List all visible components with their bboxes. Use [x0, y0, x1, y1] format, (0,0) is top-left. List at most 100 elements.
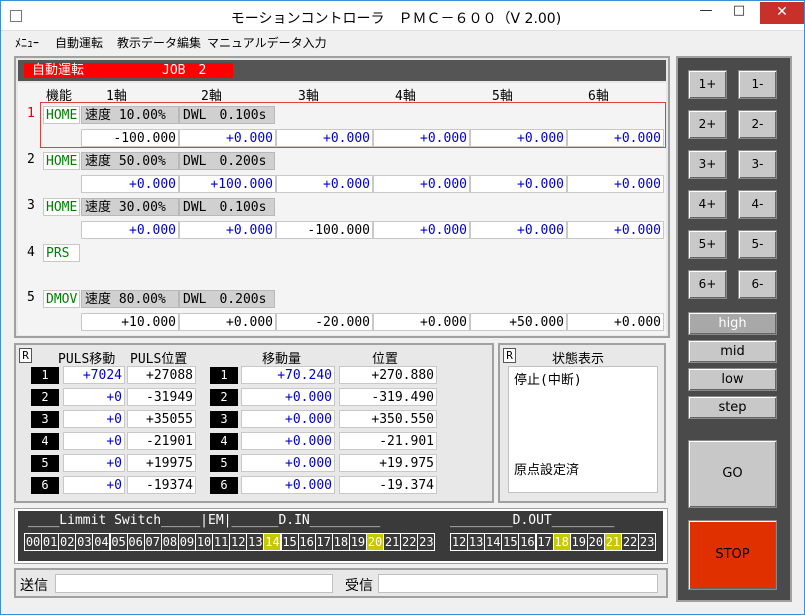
receive-field[interactable]: [378, 574, 658, 593]
row-axis4-value[interactable]: +0.000: [373, 129, 470, 147]
axis-number-badge: 1: [210, 367, 238, 384]
menu-auto-run[interactable]: 自動運転: [55, 34, 103, 51]
row-function[interactable]: HOME: [43, 106, 80, 124]
move-amount-value: +70.240: [241, 366, 335, 384]
puls-pos-value: -21901: [127, 432, 196, 450]
jog-button[interactable]: 1+: [688, 70, 727, 99]
jog-button[interactable]: 1-: [738, 70, 777, 99]
row-axis1-value[interactable]: +0.000: [81, 175, 179, 193]
axis-number-badge: 6: [31, 477, 59, 494]
row-axis4-value[interactable]: +0.000: [373, 221, 470, 239]
row-function[interactable]: PRS: [43, 244, 80, 262]
limit-switch-header: ____Limmit Switch_____|EM|______D.IN____…: [28, 513, 381, 528]
send-field[interactable]: [55, 574, 333, 593]
row-axis5-value[interactable]: +0.000: [470, 129, 567, 147]
limit-switch-bit: 09: [177, 533, 196, 551]
position-value: -19.374: [339, 476, 437, 494]
limit-switch-bit: 01: [41, 533, 60, 551]
row-axis2-value[interactable]: +0.000: [179, 221, 276, 239]
menu-teach-edit[interactable]: 教示データ編集: [117, 34, 201, 51]
row-axis2-value[interactable]: +0.000: [179, 313, 276, 331]
jog-button[interactable]: 4+: [688, 190, 727, 219]
receive-label: 受信: [345, 578, 373, 594]
row-speed[interactable]: 速度 30.00%: [81, 198, 179, 216]
row-axis6-value[interactable]: +0.000: [567, 129, 664, 147]
axis-number-badge: 3: [210, 411, 238, 428]
row-axis1-value[interactable]: -100.000: [81, 129, 179, 147]
jog-button[interactable]: 2+: [688, 110, 727, 139]
dout-bit: 15: [501, 533, 520, 551]
puls-move-value: +0: [63, 432, 125, 450]
row-axis4-value[interactable]: +0.000: [373, 175, 470, 193]
go-button[interactable]: GO: [688, 440, 777, 508]
position-reset-button[interactable]: R: [19, 348, 32, 363]
jog-button[interactable]: 5+: [688, 230, 727, 259]
row-axis3-value[interactable]: -20.000: [276, 313, 373, 331]
row-number: 1: [27, 106, 35, 121]
move-amount-value: +0.000: [241, 410, 335, 428]
row-axis4-value[interactable]: +0.000: [373, 313, 470, 331]
speed-low-button[interactable]: low: [688, 368, 777, 391]
minimize-button[interactable]: —: [691, 1, 721, 23]
row-dwell[interactable]: DWL 0.100s: [179, 106, 275, 124]
io-panel: ____Limmit Switch_____|EM|______D.IN____…: [18, 511, 663, 561]
position-value: -21.901: [339, 432, 437, 450]
row-axis5-value[interactable]: +50.000: [470, 313, 567, 331]
menu-main[interactable]: ﾒﾆｭｰ: [15, 34, 39, 51]
dout-bit: 16: [518, 533, 537, 551]
row-speed[interactable]: 速度 10.00%: [81, 106, 179, 124]
menu-bar: ﾒﾆｭｰ 自動運転 教示データ編集 マニュアルデータ入力: [2, 31, 804, 53]
jog-button[interactable]: 4-: [738, 190, 777, 219]
limit-switch-bit: 02: [58, 533, 77, 551]
row-axis3-value[interactable]: +0.000: [276, 129, 373, 147]
maximize-button[interactable]: □: [724, 1, 754, 23]
row-dwell[interactable]: DWL 0.100s: [179, 198, 275, 216]
row-axis5-value[interactable]: +0.000: [470, 221, 567, 239]
row-speed[interactable]: 速度 80.00%: [81, 290, 179, 308]
jog-button[interactable]: 2-: [738, 110, 777, 139]
puls-move-value: +0: [63, 476, 125, 494]
dout-bit: 17: [535, 533, 554, 551]
position-value: +350.550: [339, 410, 437, 428]
row-axis6-value[interactable]: +0.000: [567, 175, 664, 193]
row-axis2-value[interactable]: +0.000: [179, 129, 276, 147]
stop-button[interactable]: STOP: [688, 520, 777, 590]
row-axis6-value[interactable]: +0.000: [567, 221, 664, 239]
jog-button[interactable]: 5-: [738, 230, 777, 259]
dout-bit: 18: [552, 533, 571, 551]
row-axis1-value[interactable]: +0.000: [81, 221, 179, 239]
row-dwell[interactable]: DWL 0.200s: [179, 152, 275, 170]
row-axis3-value[interactable]: -100.000: [276, 221, 373, 239]
limit-switch-bit: 06: [126, 533, 145, 551]
jog-button[interactable]: 6+: [688, 270, 727, 299]
speed-high-button[interactable]: high: [688, 312, 777, 335]
row-axis5-value[interactable]: +0.000: [470, 175, 567, 193]
row-axis2-value[interactable]: +100.000: [179, 175, 276, 193]
speed-step-button[interactable]: step: [688, 396, 777, 419]
move-amount-value: +0.000: [241, 476, 335, 494]
row-dwell[interactable]: DWL 0.200s: [179, 290, 275, 308]
row-function[interactable]: HOME: [43, 152, 80, 170]
jog-button[interactable]: 3+: [688, 150, 727, 179]
row-axis3-value[interactable]: +0.000: [276, 175, 373, 193]
row-axis1-value[interactable]: +10.000: [81, 313, 179, 331]
row-function[interactable]: DMOV: [43, 290, 80, 308]
row-axis6-value[interactable]: +0.000: [567, 313, 664, 331]
puls-move-value: +0: [63, 410, 125, 428]
dout-bit: 20: [586, 533, 605, 551]
limit-switch-bit: 18: [331, 533, 350, 551]
axis-number-badge: 2: [31, 389, 59, 406]
limit-switch-bit: 03: [75, 533, 94, 551]
dout-bit: 22: [621, 533, 640, 551]
row-function[interactable]: HOME: [43, 198, 80, 216]
row-speed[interactable]: 速度 50.00%: [81, 152, 179, 170]
menu-manual-input[interactable]: マニュアルデータ入力: [207, 34, 327, 51]
status-reset-button[interactable]: R: [503, 348, 516, 363]
job-bar: 自動運転 JOB 2: [18, 60, 666, 81]
row-number: 3: [27, 198, 35, 213]
speed-mid-button[interactable]: mid: [688, 340, 777, 363]
close-button[interactable]: ✕: [760, 2, 804, 24]
jog-button[interactable]: 6-: [738, 270, 777, 299]
axis-number-badge: 4: [210, 433, 238, 450]
jog-button[interactable]: 3-: [738, 150, 777, 179]
